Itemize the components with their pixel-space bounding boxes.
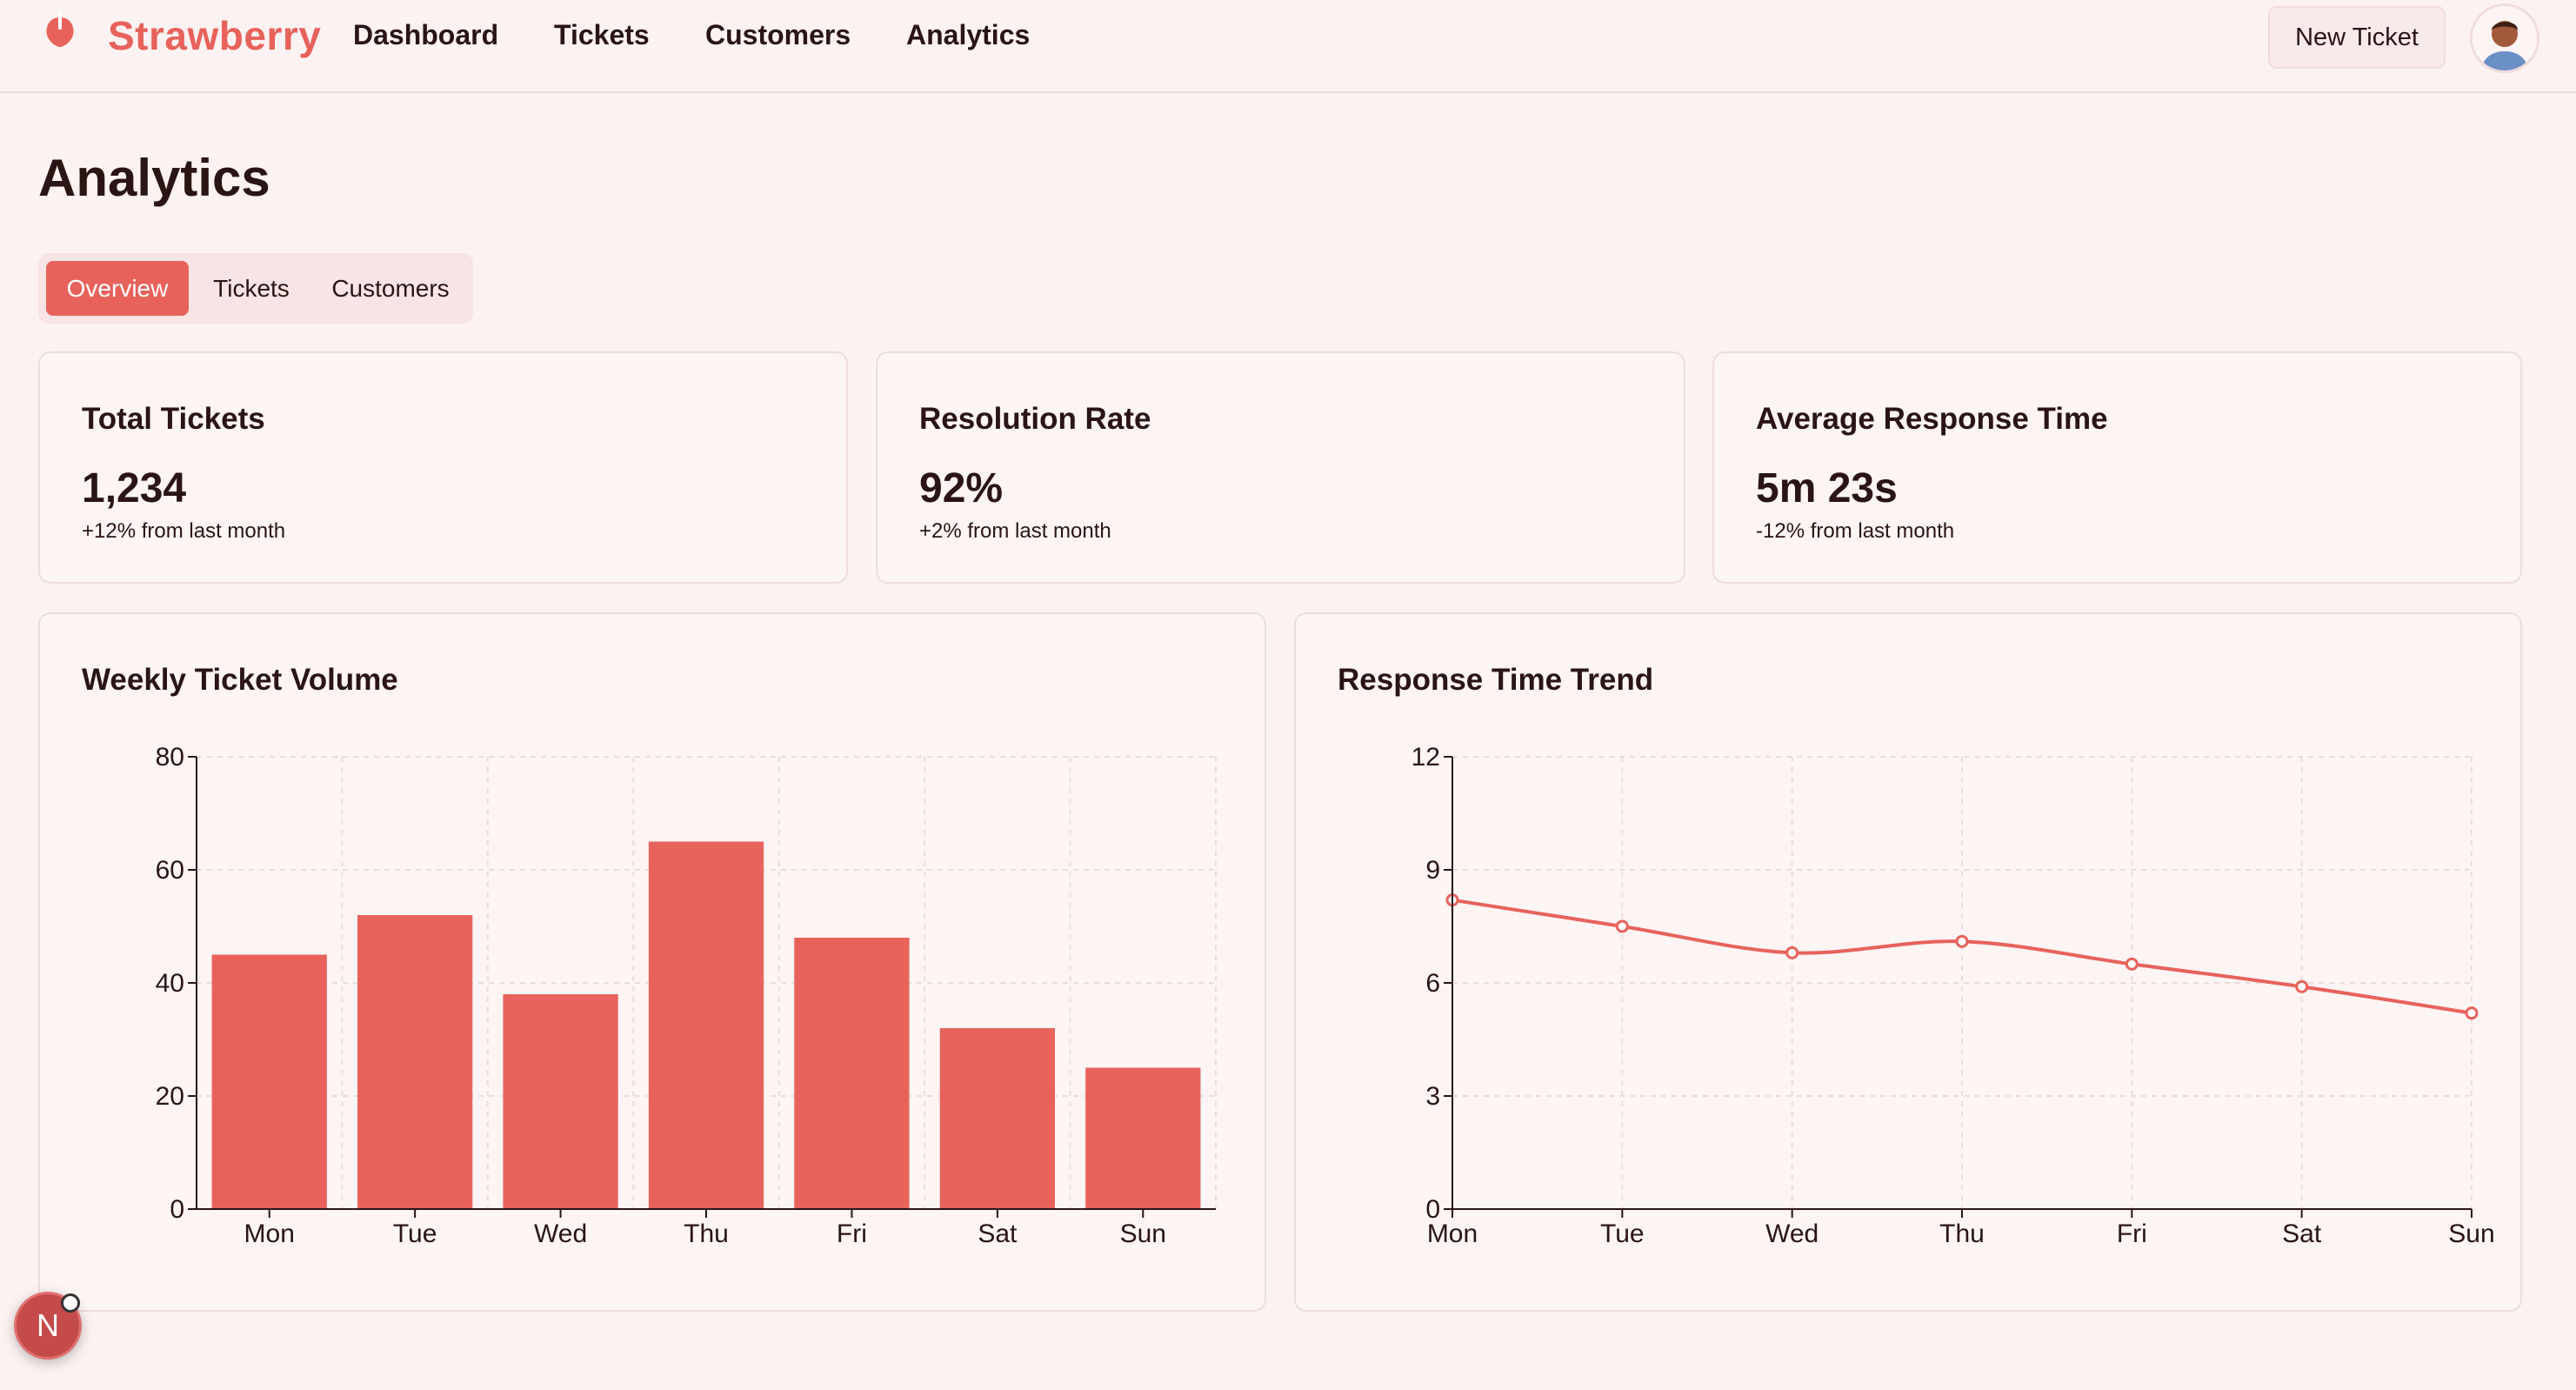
nav-link-dashboard[interactable]: Dashboard (353, 19, 498, 51)
weekly-ticket-volume-card: Weekly Ticket Volume 0 20 40 60 80 Mon Tue Wed T… (38, 612, 1266, 1312)
y-tick-label: 3 (1425, 1082, 1440, 1111)
x-tick-label: Tue (393, 1220, 437, 1248)
point-tue (1615, 919, 1629, 933)
stat-card-resolution-rate: Resolution Rate 92% +2% from last month (876, 351, 1685, 584)
x-tick-label: Sat (978, 1220, 1018, 1248)
user-avatar[interactable] (2470, 3, 2539, 73)
stat-delta: -12% from last month (1756, 519, 1955, 543)
x-tick-label: Sun (2448, 1220, 2494, 1248)
bar-thu (648, 841, 764, 1209)
x-tick-label: Fri (2117, 1220, 2147, 1248)
nav-link-customers[interactable]: Customers (705, 19, 851, 51)
y-tick-label: 60 (156, 856, 184, 885)
bar-wed (503, 994, 618, 1209)
brand-name[interactable]: Strawberry (108, 12, 321, 59)
y-tick-label: 40 (156, 969, 184, 998)
tab-tickets[interactable]: Tickets (195, 261, 308, 316)
x-tick-label: Wed (1765, 1220, 1819, 1248)
point-sat (2295, 979, 2309, 993)
x-tick-label: Mon (1427, 1220, 1478, 1248)
x-tick-label: Fri (837, 1220, 867, 1248)
bar-sun (1085, 1067, 1201, 1209)
bar-tue (357, 915, 473, 1209)
stat-title: Resolution Rate (919, 402, 1151, 436)
nav-link-tickets[interactable]: Tickets (554, 19, 650, 51)
point-wed (1785, 946, 1799, 959)
stat-card-average-response-time: Average Response Time 5m 23s -12% from l… (1712, 351, 2522, 584)
stat-title: Total Tickets (82, 402, 265, 436)
stat-value: 1,234 (82, 465, 187, 511)
y-tick-label: 20 (156, 1082, 184, 1111)
stat-title: Average Response Time (1756, 402, 2108, 436)
stat-delta: +2% from last month (919, 519, 1111, 543)
stat-delta: +12% from last month (82, 519, 286, 543)
x-tick-label: Thu (684, 1220, 729, 1248)
x-tick-label: Wed (534, 1220, 587, 1248)
x-tick-label: Sun (1120, 1220, 1166, 1248)
y-tick-label: 9 (1425, 856, 1440, 885)
bar-fri (794, 938, 910, 1209)
notification-dot (61, 1293, 80, 1313)
y-tick-label: 6 (1425, 969, 1440, 998)
page-title: Analytics (38, 149, 270, 207)
x-tick-label: Tue (1600, 1220, 1645, 1248)
y-tick-label: 0 (170, 1195, 184, 1224)
point-sun (2465, 1006, 2479, 1020)
point-thu (1955, 934, 1969, 948)
top-navigation-bar: Strawberry Dashboard Tickets Customers A… (0, 0, 2576, 93)
nav-link-analytics[interactable]: Analytics (906, 19, 1030, 51)
bar-mon (211, 954, 327, 1209)
response-time-trend-card: Response Time Trend 0 3 6 9 12 Mon Tue Wed Thu Fr… (1294, 612, 2522, 1312)
point-fri (2125, 957, 2139, 971)
tab-customers[interactable]: Customers (315, 261, 466, 316)
stat-value: 92% (919, 465, 1004, 511)
stat-value: 5m 23s (1756, 465, 1898, 511)
x-tick-label: Mon (244, 1220, 295, 1248)
x-tick-label: Sat (2282, 1220, 2322, 1248)
analytics-tabs: Overview Tickets Customers (38, 253, 473, 324)
strawberry-logo-icon (46, 10, 74, 47)
x-tick-label: Thu (1939, 1220, 1985, 1248)
y-tick-label: 12 (1411, 743, 1440, 772)
avatar-person-icon (2473, 6, 2537, 70)
stat-card-total-tickets: Total Tickets 1,234 +12% from last month (38, 351, 848, 584)
weekly-ticket-volume-chart: 0 20 40 60 80 Mon Tue Wed Thu Fri Sat Sun (156, 743, 1217, 1248)
response-time-trend-chart: 036912Mon Tue Wed Thu Fri Sat Sun (1411, 743, 2495, 1248)
y-tick-label: 80 (156, 743, 184, 772)
bar-sat (939, 1028, 1055, 1209)
tab-overview[interactable]: Overview (46, 261, 189, 316)
new-ticket-button[interactable]: New Ticket (2268, 6, 2446, 69)
